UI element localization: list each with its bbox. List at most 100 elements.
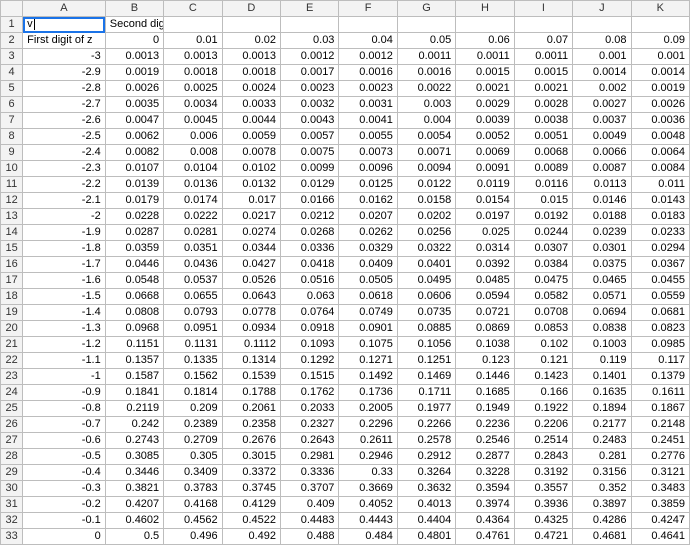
cell-B33[interactable]: 0.5 [105,529,163,545]
cell-G21[interactable]: 0.1056 [397,337,455,353]
cell-H24[interactable]: 0.1685 [456,385,514,401]
cell-F27[interactable]: 0.2611 [339,433,397,449]
cell-I26[interactable]: 0.2206 [514,417,572,433]
row-header-19[interactable]: 19 [1,305,23,321]
cell-I30[interactable]: 0.3557 [514,481,572,497]
row-header-1[interactable]: 1 [1,17,23,33]
cell-I7[interactable]: 0.0038 [514,113,572,129]
cell-A28[interactable]: -0.5 [23,449,106,465]
cell-D32[interactable]: 0.4522 [222,513,280,529]
cell-F13[interactable]: 0.0207 [339,209,397,225]
cell-G26[interactable]: 0.2266 [397,417,455,433]
cell-C19[interactable]: 0.0793 [164,305,222,321]
cell-E19[interactable]: 0.0764 [281,305,339,321]
cell-C15[interactable]: 0.0351 [164,241,222,257]
cell-H13[interactable]: 0.0197 [456,209,514,225]
cell-A19[interactable]: -1.4 [23,305,106,321]
row-header-10[interactable]: 10 [1,161,23,177]
cell-D15[interactable]: 0.0344 [222,241,280,257]
cell-I8[interactable]: 0.0051 [514,129,572,145]
cell-D1[interactable] [222,17,280,33]
cell-F29[interactable]: 0.33 [339,465,397,481]
cell-A27[interactable]: -0.6 [23,433,106,449]
cell-B2[interactable]: 0 [105,33,163,49]
cell-D16[interactable]: 0.0427 [222,257,280,273]
cell-E31[interactable]: 0.409 [281,497,339,513]
cell-G7[interactable]: 0.004 [397,113,455,129]
cell-B8[interactable]: 0.0062 [105,129,163,145]
cell-K1[interactable] [631,17,689,33]
cell-A33[interactable]: 0 [23,529,106,545]
cell-H8[interactable]: 0.0052 [456,129,514,145]
cell-H5[interactable]: 0.0021 [456,81,514,97]
cell-C31[interactable]: 0.4168 [164,497,222,513]
cell-A15[interactable]: -1.8 [23,241,106,257]
cell-B28[interactable]: 0.3085 [105,449,163,465]
cell-J31[interactable]: 0.3897 [573,497,631,513]
cell-A2[interactable]: First digit of z [23,33,106,49]
cell-A16[interactable]: -1.7 [23,257,106,273]
cell-A30[interactable]: -0.3 [23,481,106,497]
cell-D9[interactable]: 0.0078 [222,145,280,161]
column-header-F[interactable]: F [339,1,397,17]
cell-F24[interactable]: 0.1736 [339,385,397,401]
cell-D2[interactable]: 0.02 [222,33,280,49]
cell-G31[interactable]: 0.4013 [397,497,455,513]
cell-H16[interactable]: 0.0392 [456,257,514,273]
cell-B18[interactable]: 0.0668 [105,289,163,305]
cell-E28[interactable]: 0.2981 [281,449,339,465]
cell-D33[interactable]: 0.492 [222,529,280,545]
cell-J2[interactable]: 0.08 [573,33,631,49]
cell-E5[interactable]: 0.0023 [281,81,339,97]
cell-E1[interactable] [281,17,339,33]
cell-J14[interactable]: 0.0239 [573,225,631,241]
cell-E14[interactable]: 0.0268 [281,225,339,241]
cell-F26[interactable]: 0.2296 [339,417,397,433]
cell-G4[interactable]: 0.0016 [397,65,455,81]
cell-D28[interactable]: 0.3015 [222,449,280,465]
cell-J32[interactable]: 0.4286 [573,513,631,529]
cell-I1[interactable] [514,17,572,33]
row-header-21[interactable]: 21 [1,337,23,353]
column-header-E[interactable]: E [281,1,339,17]
cell-C8[interactable]: 0.006 [164,129,222,145]
cell-J1[interactable] [573,17,631,33]
cell-E11[interactable]: 0.0129 [281,177,339,193]
row-header-14[interactable]: 14 [1,225,23,241]
cell-K25[interactable]: 0.1867 [631,401,689,417]
cell-G25[interactable]: 0.1977 [397,401,455,417]
cell-G29[interactable]: 0.3264 [397,465,455,481]
cell-B13[interactable]: 0.0228 [105,209,163,225]
cell-B21[interactable]: 0.1151 [105,337,163,353]
cell-C26[interactable]: 0.2389 [164,417,222,433]
cell-B23[interactable]: 0.1587 [105,369,163,385]
cell-F4[interactable]: 0.0016 [339,65,397,81]
cell-A22[interactable]: -1.1 [23,353,106,369]
cell-D7[interactable]: 0.0044 [222,113,280,129]
cell-B29[interactable]: 0.3446 [105,465,163,481]
cell-C32[interactable]: 0.4562 [164,513,222,529]
cell-K30[interactable]: 0.3483 [631,481,689,497]
cell-B19[interactable]: 0.0808 [105,305,163,321]
cell-J26[interactable]: 0.2177 [573,417,631,433]
row-header-5[interactable]: 5 [1,81,23,97]
cell-E9[interactable]: 0.0075 [281,145,339,161]
cell-C21[interactable]: 0.1131 [164,337,222,353]
cell-G32[interactable]: 0.4404 [397,513,455,529]
cell-K12[interactable]: 0.0143 [631,193,689,209]
cell-D19[interactable]: 0.0778 [222,305,280,321]
row-header-17[interactable]: 17 [1,273,23,289]
cell-B32[interactable]: 0.4602 [105,513,163,529]
cell-I13[interactable]: 0.0192 [514,209,572,225]
cell-F5[interactable]: 0.0023 [339,81,397,97]
cell-D11[interactable]: 0.0132 [222,177,280,193]
cell-G33[interactable]: 0.4801 [397,529,455,545]
cell-E2[interactable]: 0.03 [281,33,339,49]
cell-I10[interactable]: 0.0089 [514,161,572,177]
cell-K21[interactable]: 0.0985 [631,337,689,353]
cell-G27[interactable]: 0.2578 [397,433,455,449]
cell-G23[interactable]: 0.1469 [397,369,455,385]
row-header-9[interactable]: 9 [1,145,23,161]
cell-F21[interactable]: 0.1075 [339,337,397,353]
row-header-20[interactable]: 20 [1,321,23,337]
